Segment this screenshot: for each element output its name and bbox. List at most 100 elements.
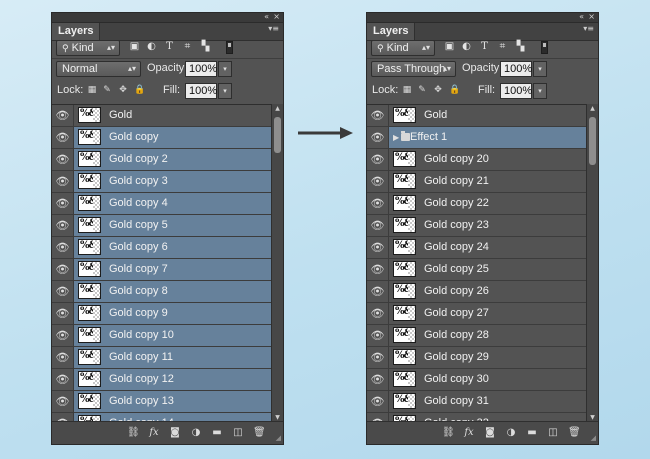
fill-field[interactable]: 100% xyxy=(185,83,217,99)
fx-icon[interactable]: fx xyxy=(148,427,160,439)
eye-icon[interactable]: 👁 xyxy=(367,237,389,258)
new-layer-icon[interactable]: ◫ xyxy=(232,427,244,439)
layer-row[interactable]: 👁 %& Gold copy 25 xyxy=(367,259,587,281)
fx-icon[interactable]: fx xyxy=(463,427,475,439)
opacity-slider-button[interactable]: ▾ xyxy=(218,61,232,77)
layer-name[interactable]: Gold copy 4 xyxy=(109,193,168,214)
eye-icon[interactable]: 👁 xyxy=(367,281,389,302)
image-filter-icon[interactable]: ▣ xyxy=(444,42,455,52)
lock-image-icon[interactable]: ✎ xyxy=(102,85,112,95)
layer-name[interactable]: Gold copy 21 xyxy=(424,171,489,192)
tab-layers[interactable]: Layers xyxy=(52,23,101,40)
lock-position-icon[interactable]: ✥ xyxy=(433,85,443,95)
fill-slider-button[interactable]: ▾ xyxy=(218,83,232,99)
layer-row[interactable]: 👁 %& Gold copy 31 xyxy=(367,391,587,413)
blend-mode-dropdown[interactable]: Normal ▴▾ xyxy=(56,61,141,77)
layer-name[interactable]: Gold copy 22 xyxy=(424,193,489,214)
delete-layer-icon[interactable]: 🗑 xyxy=(253,427,266,439)
layer-row[interactable]: 👁 %& Gold copy 22 xyxy=(367,193,587,215)
eye-icon[interactable]: 👁 xyxy=(52,325,74,346)
layer-row[interactable]: 👁 %& Gold copy 26 xyxy=(367,281,587,303)
layer-name[interactable]: Gold copy 11 xyxy=(109,347,173,368)
resize-grip-icon[interactable]: ◢ xyxy=(276,434,281,442)
layer-name[interactable]: Gold copy xyxy=(109,127,159,148)
panel-titlebar[interactable]: « × xyxy=(52,12,283,23)
layer-name[interactable]: Gold copy 7 xyxy=(109,259,168,280)
layer-row[interactable]: 👁 %& Gold copy 27 xyxy=(367,303,587,325)
panel-menu-icon[interactable]: ▾≡ xyxy=(268,24,279,33)
layer-name[interactable]: Gold copy 25 xyxy=(424,259,489,280)
layer-row[interactable]: 👁 %& Gold xyxy=(52,105,272,127)
eye-icon[interactable]: 👁 xyxy=(367,391,389,412)
eye-icon[interactable]: 👁 xyxy=(367,193,389,214)
layer-name[interactable]: Gold copy 26 xyxy=(424,281,489,302)
link-layers-icon[interactable]: ⛓ xyxy=(442,427,455,439)
layer-row[interactable]: 👁 %& Gold copy 10 xyxy=(52,325,272,347)
layer-row[interactable]: 👁 %& Gold copy 5 xyxy=(52,215,272,237)
layer-row[interactable]: 👁 %& Gold copy 13 xyxy=(52,391,272,413)
lock-position-icon[interactable]: ✥ xyxy=(118,85,128,95)
tab-layers[interactable]: Layers xyxy=(367,23,416,40)
eye-icon[interactable]: 👁 xyxy=(52,281,74,302)
smart-object-filter-icon[interactable]: ▚ xyxy=(515,42,526,52)
layer-name[interactable]: Effect 1 xyxy=(410,127,447,148)
eye-icon[interactable]: 👁 xyxy=(367,369,389,390)
scrollbar[interactable]: ▲ ▼ xyxy=(586,104,598,422)
layer-row[interactable]: 👁 %& Gold copy 20 xyxy=(367,149,587,171)
filter-toggle[interactable] xyxy=(541,41,548,54)
eye-icon[interactable]: 👁 xyxy=(367,149,389,170)
eye-icon[interactable]: 👁 xyxy=(367,105,389,126)
layer-name[interactable]: Gold copy 31 xyxy=(424,391,489,412)
layer-name[interactable]: Gold copy 12 xyxy=(109,369,174,390)
new-layer-icon[interactable]: ◫ xyxy=(547,427,559,439)
layer-name[interactable]: Gold copy 27 xyxy=(424,303,489,324)
eye-icon[interactable]: 👁 xyxy=(367,127,389,148)
eye-icon[interactable]: 👁 xyxy=(52,369,74,390)
layer-row[interactable]: 👁 %& Gold copy 11 xyxy=(52,347,272,369)
eye-icon[interactable]: 👁 xyxy=(52,391,74,412)
layer-row[interactable]: 👁 %& Gold copy 8 xyxy=(52,281,272,303)
collapse-icon[interactable]: « xyxy=(579,12,584,22)
layer-name[interactable]: Gold copy 30 xyxy=(424,369,489,390)
layer-row[interactable]: 👁 %& Gold copy 9 xyxy=(52,303,272,325)
eye-icon[interactable]: 👁 xyxy=(52,215,74,236)
layer-name[interactable]: Gold copy 3 xyxy=(109,171,168,192)
eye-icon[interactable]: 👁 xyxy=(367,171,389,192)
image-filter-icon[interactable]: ▣ xyxy=(129,42,140,52)
layer-row[interactable]: 👁 %& Gold copy 21 xyxy=(367,171,587,193)
blend-mode-dropdown[interactable]: Pass Through ▴▾ xyxy=(371,61,456,77)
eye-icon[interactable]: 👁 xyxy=(52,237,74,258)
type-filter-icon[interactable]: T xyxy=(479,42,490,52)
layer-row[interactable]: 👁 %& Gold copy 3 xyxy=(52,171,272,193)
lock-all-icon[interactable]: 🔒 xyxy=(134,85,145,95)
layer-row[interactable]: 👁 %& Gold copy 23 xyxy=(367,215,587,237)
layer-row[interactable]: 👁 %& Gold copy 7 xyxy=(52,259,272,281)
layer-name[interactable]: Gold xyxy=(109,105,132,126)
layer-name[interactable]: Gold copy 10 xyxy=(109,325,174,346)
opacity-field[interactable]: 100% xyxy=(500,61,532,77)
scroll-up-icon[interactable]: ▲ xyxy=(272,104,283,113)
eye-icon[interactable]: 👁 xyxy=(52,193,74,214)
close-icon[interactable]: × xyxy=(273,12,280,22)
layer-row[interactable]: 👁 %& Gold copy 29 xyxy=(367,347,587,369)
collapse-icon[interactable]: « xyxy=(264,12,269,22)
scroll-thumb[interactable] xyxy=(589,117,596,165)
new-group-icon[interactable]: ▬ xyxy=(526,427,538,439)
layer-row[interactable]: 👁 %& Gold copy 24 xyxy=(367,237,587,259)
layer-name[interactable]: Gold xyxy=(424,105,447,126)
eye-icon[interactable]: 👁 xyxy=(367,325,389,346)
eye-icon[interactable]: 👁 xyxy=(52,105,74,126)
eye-icon[interactable]: 👁 xyxy=(367,215,389,236)
opacity-field[interactable]: 100% xyxy=(185,61,217,77)
expand-triangle-icon[interactable]: ▶ xyxy=(393,127,399,148)
layer-name[interactable]: Gold copy 20 xyxy=(424,149,489,170)
layer-mask-icon[interactable]: ◙ xyxy=(484,427,496,439)
eye-icon[interactable]: 👁 xyxy=(52,149,74,170)
filter-kind-dropdown[interactable]: ⚲ Kind ▴▾ xyxy=(56,40,120,56)
layer-name[interactable]: Gold copy 28 xyxy=(424,325,489,346)
eye-icon[interactable]: 👁 xyxy=(52,303,74,324)
lock-transparent-icon[interactable]: ▦ xyxy=(87,85,97,95)
panel-titlebar[interactable]: « × xyxy=(367,12,598,23)
lock-transparent-icon[interactable]: ▦ xyxy=(402,85,412,95)
layer-group-row[interactable]: 👁 ▶ Effect 1 xyxy=(367,127,587,149)
